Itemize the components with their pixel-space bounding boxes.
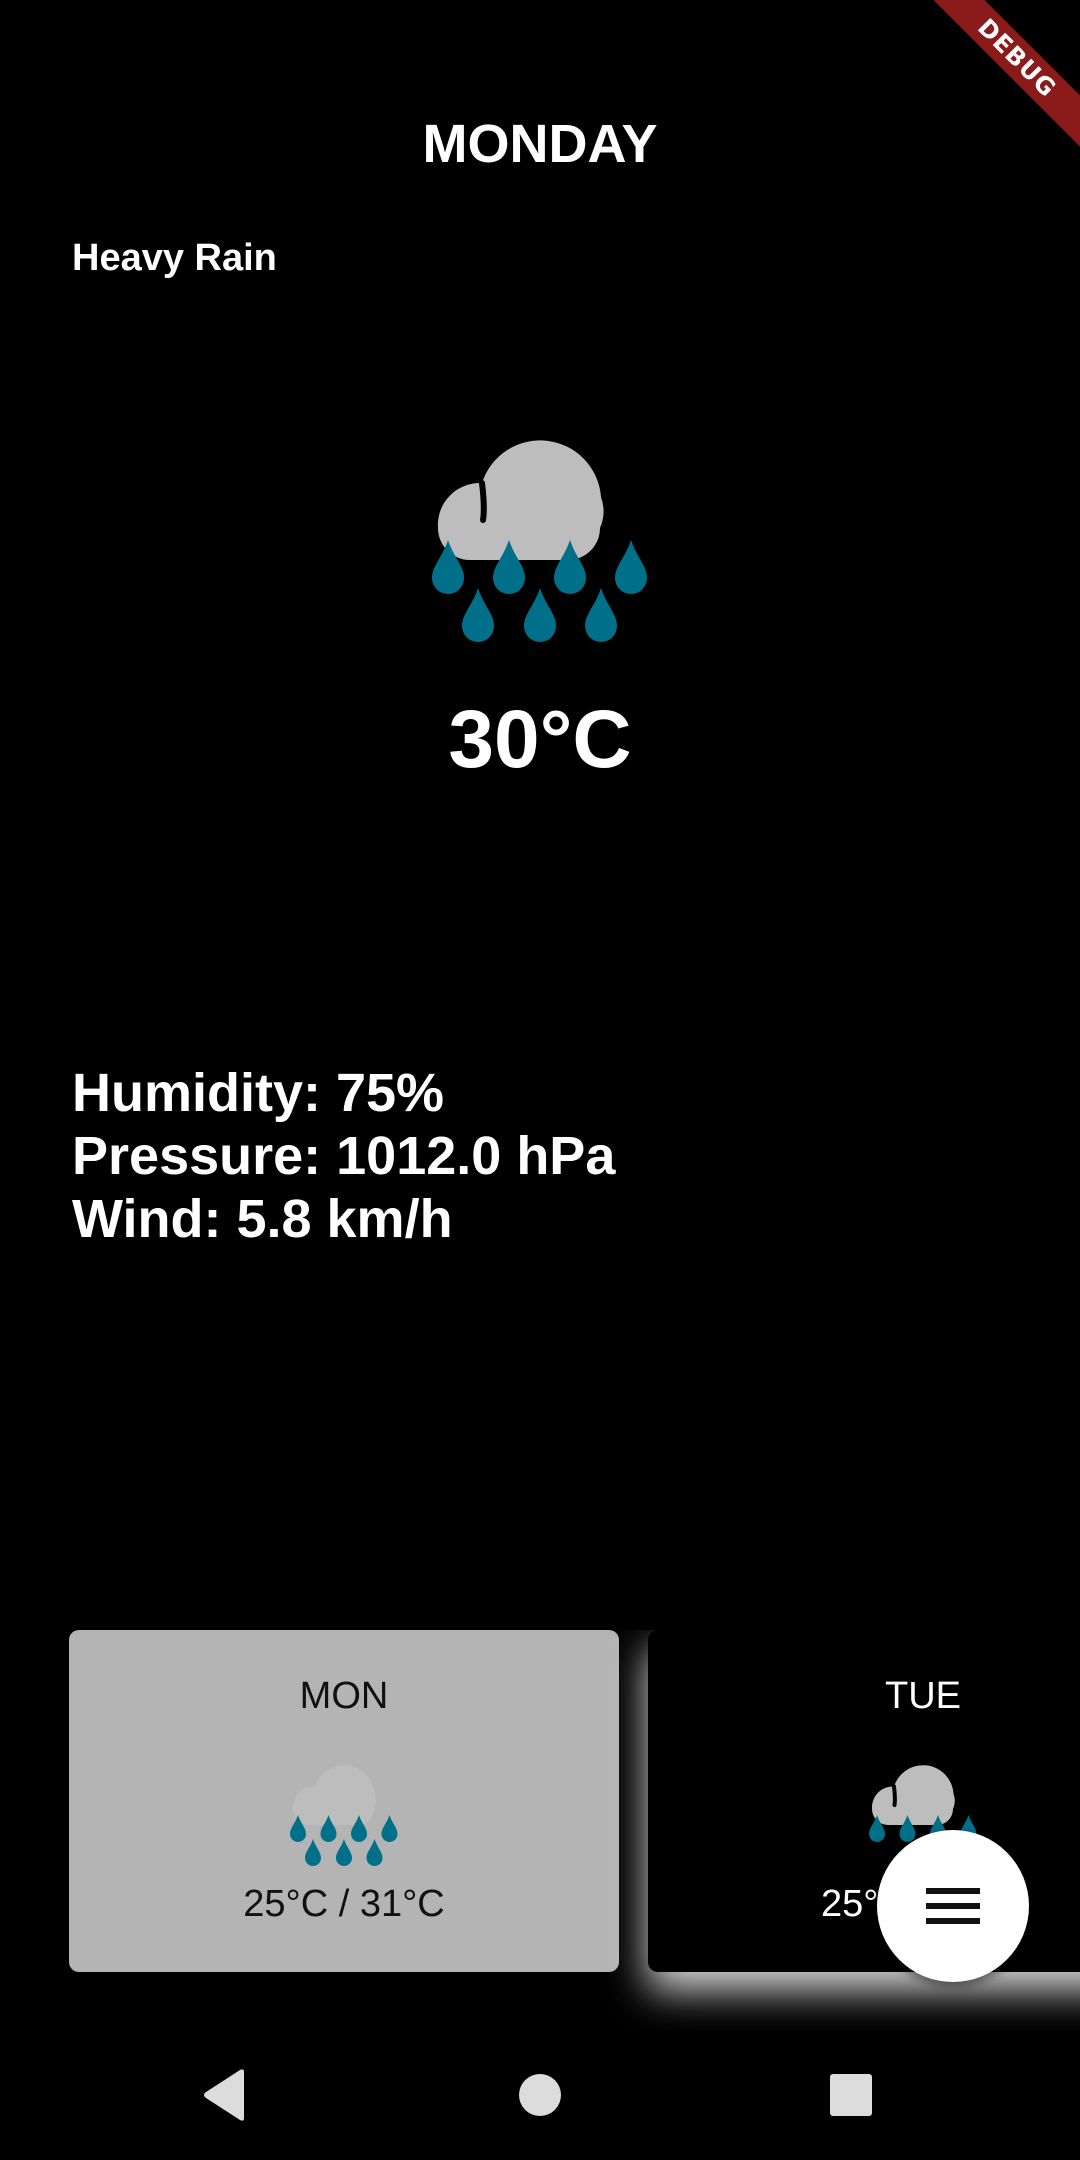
weather-condition: Heavy Rain xyxy=(72,237,277,279)
system-nav-bar xyxy=(0,2030,1080,2160)
page-title: MONDAY xyxy=(422,114,658,174)
back-icon[interactable] xyxy=(185,2055,265,2135)
forecast-day-label: TUE xyxy=(885,1675,961,1717)
menu-icon xyxy=(926,1888,980,1924)
forecast-card-mon[interactable]: MON 25°C / 31°C xyxy=(69,1630,619,1972)
humidity-text: Humidity: 75% xyxy=(72,1063,445,1123)
weather-screen: DEBUG MONDAY Heavy Rain 30°C Humidity: 7… xyxy=(0,0,1080,2160)
current-temperature: 30°C xyxy=(448,694,632,785)
home-icon[interactable] xyxy=(500,2055,580,2135)
menu-button[interactable] xyxy=(877,1830,1029,1982)
wind-text: Wind: 5.8 km/h xyxy=(72,1189,453,1249)
forecast-temp-range: 25°C / 31°C xyxy=(243,1883,445,1925)
forecast-day-label: MON xyxy=(299,1675,389,1717)
pressure-text: Pressure: 1012.0 hPa xyxy=(72,1126,616,1186)
weather-details: Humidity: 75% Pressure: 1012.0 hPa Wind:… xyxy=(72,1062,615,1251)
heavy-rain-icon xyxy=(274,1730,414,1870)
heavy-rain-icon xyxy=(400,370,680,650)
recents-icon[interactable] xyxy=(811,2055,891,2135)
